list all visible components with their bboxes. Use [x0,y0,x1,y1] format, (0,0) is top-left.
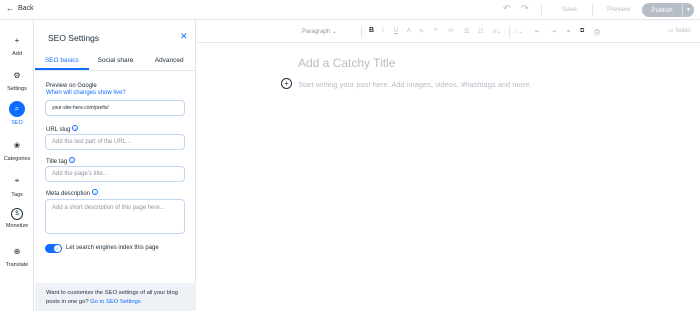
embed-icon[interactable]: ⧉ [580,28,584,35]
publish-label: Publish [651,6,673,14]
google-preview-field: your-site-here.com/prefix/ [45,100,185,116]
info-icon[interactable]: i [92,189,99,195]
url-slug-label-text: URL slug [46,127,71,133]
increase-indent-icon[interactable]: ⇥ [551,28,556,35]
rail-item-label: Monetize [5,223,29,229]
panel-tabs: SEO basics Social share Advanced [35,53,196,71]
add-content-plus-icon[interactable]: + [281,78,292,89]
panel-title: SEO Settings [48,33,100,43]
dollar-icon: $ [11,208,23,220]
categories-icon: ❀ [13,140,21,150]
rail-item-label: SEO [11,120,23,126]
publish-button[interactable]: Publish ▼ [642,3,694,17]
back-button[interactable]: ← Back [6,4,34,13]
info-icon[interactable]: i [69,157,76,163]
meta-description-label: Meta description i [46,189,99,197]
divider [509,26,510,38]
check-icon: ✓ [54,245,61,252]
url-slug-input[interactable]: Add the last part of the URL... [45,134,185,150]
link-icon[interactable]: ⚭ [566,28,571,35]
post-title-input[interactable]: Add a Catchy Title [298,56,395,70]
rail-item-categories[interactable]: ❀ Categories [0,137,34,163]
rail-item-label: Add [12,51,22,57]
undo-icon[interactable]: ↶ [503,3,511,14]
notes-button[interactable]: ▭ Notes [668,27,691,34]
line-spacing-icon[interactable]: ↕⌄ [515,28,523,35]
title-tag-label-text: Title tag [46,159,68,165]
top-bar: ← Back ↶ ↷ Save Preview Publish ▼ [0,0,700,20]
numbered-list-icon[interactable]: ☰ [464,28,469,35]
index-toggle-label: Let search engines index this page [66,245,159,251]
save-button[interactable]: Save [562,6,577,13]
search-icon: ⌕ [9,101,25,117]
underline-icon[interactable]: U [394,28,398,34]
rail-item-tags[interactable]: ⌖ Tags [0,173,34,198]
rail-item-label: Settings [7,86,27,92]
meta-description-label-text: Meta description [46,191,91,197]
tab-social-share[interactable]: Social share [89,53,143,70]
rail-item-monetize[interactable]: $ Monetize [0,208,34,229]
seo-footer: Want to customize the SEO settings of al… [35,283,196,311]
text-color-icon[interactable]: A [407,28,411,34]
paragraph-dropdown[interactable]: Paragraph ⌄ [302,28,337,35]
plus-icon: + [14,35,20,45]
rail-item-label: Translate [5,262,29,268]
seo-settings-panel: SEO Settings ✕ SEO basics Social share A… [35,20,196,311]
divider [592,4,593,16]
close-icon[interactable]: ✕ [180,31,188,42]
highlight-icon[interactable]: ✎ [419,28,424,35]
index-toggle[interactable]: ✓ [45,244,62,253]
paragraph-label: Paragraph [302,29,331,35]
back-label: Back [18,5,34,12]
decrease-indent-icon[interactable]: ⇤ [535,28,540,35]
redo-icon[interactable]: ↷ [521,3,529,14]
rail-item-label: Tags [11,192,23,198]
meta-description-input[interactable]: Add a short description of this page her… [45,199,185,234]
info-icon[interactable]: i [72,125,79,131]
seo-settings-link[interactable]: Go to SEO Settings [90,299,141,305]
rail-item-translate[interactable]: ⊕ Translate [0,243,34,269]
rail-item-seo[interactable]: ⌕ SEO [0,101,34,126]
globe-icon: ⊕ [13,246,21,256]
left-rail: + Add ⚙ Settings ⌕ SEO ❀ Categories ⌖ Ta… [0,20,34,311]
align-icon[interactable]: ≡⌄ [493,28,502,35]
back-arrow-icon: ← [6,4,14,13]
rail-item-label: Categories [3,156,31,162]
code-block-icon[interactable]: ‹/› [448,28,454,34]
italic-icon[interactable]: I [382,28,384,34]
preview-button[interactable]: Preview [607,6,630,13]
chevron-down-icon[interactable]: ▼ [682,3,694,17]
tab-advanced[interactable]: Advanced [142,53,196,70]
bulleted-list-icon[interactable]: ☷ [478,28,483,35]
gear-icon: ⚙ [13,70,21,80]
preview-label: Preview on Google [46,83,97,89]
divider [361,26,362,38]
url-slug-label: URL slug i [46,125,79,133]
editor-toolbar: Paragraph ⌄ B I U A ✎ ❞ ‹/› ☰ ☷ ≡⌄ ↕⌄ ⇤ … [197,21,700,43]
title-tag-label: Title tag i [46,157,76,165]
divider [541,4,542,16]
tag-icon: ⌖ [14,176,20,185]
info-circle-icon[interactable]: ⓘ [594,28,600,37]
post-body-input[interactable]: Start writing your post here. Add images… [298,80,531,89]
bold-icon[interactable]: B [369,27,374,34]
rail-item-add[interactable]: + Add [0,32,34,58]
preview-help-link[interactable]: When will changes show live? [46,90,126,96]
notes-label: Notes [675,28,692,34]
rail-item-settings[interactable]: ⚙ Settings [0,67,34,93]
tab-seo-basics[interactable]: SEO basics [35,53,89,70]
quote-icon[interactable]: ❞ [434,28,437,35]
title-tag-input[interactable]: Add the page's title... [45,166,185,182]
